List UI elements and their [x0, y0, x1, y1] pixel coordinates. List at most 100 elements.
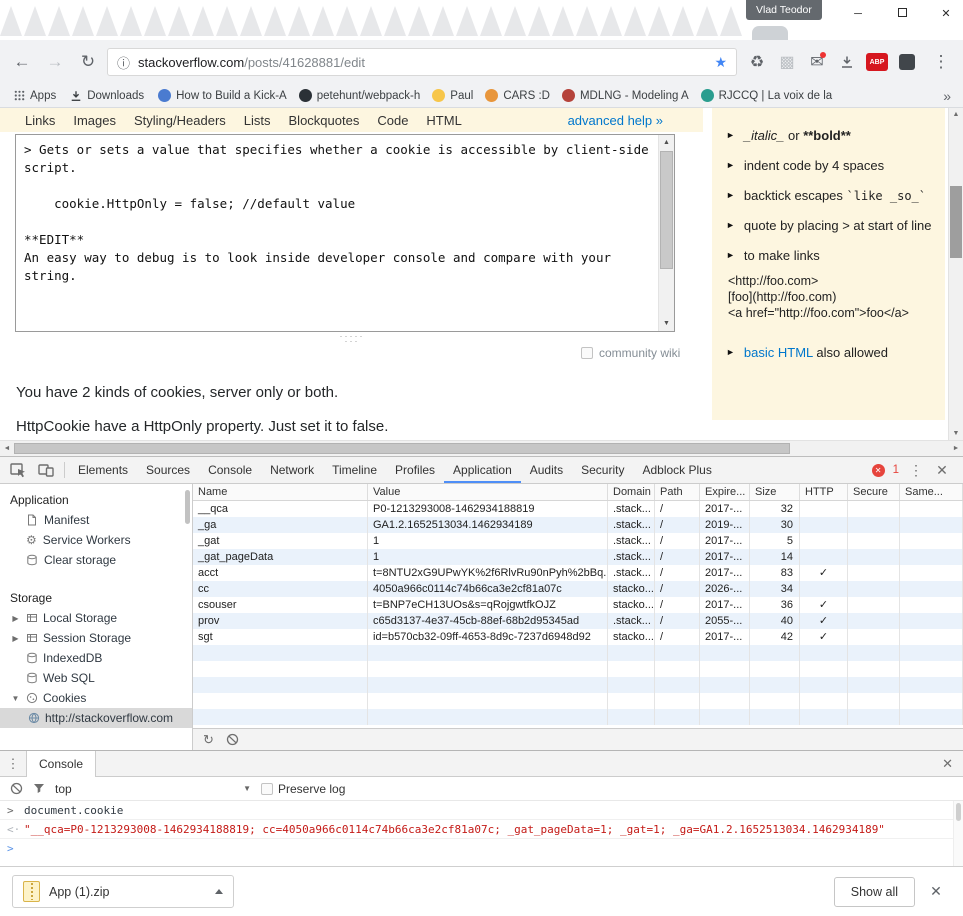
bookmark-item-rjccq-la-voix-de-la[interactable]: RJCCQ | La voix de la: [695, 89, 839, 102]
devtools-tab-audits[interactable]: Audits: [521, 457, 572, 483]
tab-shape[interactable]: [120, 6, 142, 36]
sidebar-scrollbar-thumb[interactable]: [185, 490, 190, 524]
tab-shape[interactable]: [48, 6, 70, 36]
tab-shape[interactable]: [480, 6, 502, 36]
devtools-tab-application[interactable]: Application: [444, 457, 521, 483]
scroll-down-icon[interactable]: ▼: [949, 427, 963, 440]
tab-shape[interactable]: [96, 6, 118, 36]
reload-button[interactable]: ↻: [74, 52, 102, 72]
editor-tab-blockquotes[interactable]: Blockquotes: [289, 113, 360, 128]
column-header-same[interactable]: Same...: [900, 484, 963, 500]
back-button[interactable]: ←: [8, 52, 36, 72]
bookmark-item-paul[interactable]: Paul: [426, 89, 479, 102]
page-info-icon[interactable]: ⓘ: [117, 53, 130, 72]
column-header-size[interactable]: Size: [750, 484, 800, 500]
devtools-tab-profiles[interactable]: Profiles: [386, 457, 444, 483]
apps-shortcut[interactable]: Apps: [8, 90, 62, 102]
tab-shape[interactable]: [168, 6, 190, 36]
cookie-row-gat[interactable]: _gat 1 .stack.../2017-... 5: [193, 533, 963, 549]
tab-shape[interactable]: [600, 6, 622, 36]
tab-shape[interactable]: [552, 6, 574, 36]
tab-shape[interactable]: [72, 6, 94, 36]
tab-shape[interactable]: [240, 6, 262, 36]
devtools-tab-network[interactable]: Network: [261, 457, 323, 483]
devtools-close-button[interactable]: ✕: [933, 462, 951, 479]
page-hscrollbar-thumb[interactable]: [14, 443, 790, 454]
browser-menu-button[interactable]: ⋮: [927, 52, 955, 72]
downloads-shortcut[interactable]: Downloads: [64, 90, 150, 102]
sidebar-item-cookie-origin[interactable]: http://stackoverflow.com: [0, 708, 192, 728]
devtools-menu-button[interactable]: ⋮: [907, 462, 925, 479]
sidebar-item-web-sql[interactable]: Web SQL: [0, 668, 192, 688]
column-header-expire[interactable]: Expire...: [700, 484, 750, 500]
maximize-button[interactable]: [895, 7, 909, 20]
page-vertical-scrollbar[interactable]: ▲ ▼: [948, 108, 963, 440]
disclosure-arrow-icon[interactable]: ▶: [10, 614, 21, 623]
error-count[interactable]: 1: [893, 464, 899, 476]
tab-shape[interactable]: [672, 6, 694, 36]
sidebar-item-local-storage[interactable]: ▶ Local Storage: [0, 608, 192, 628]
editor-scrollbar[interactable]: ▲ ▼: [658, 135, 674, 331]
editor-tab-code[interactable]: Code: [377, 113, 408, 128]
scroll-left-icon[interactable]: ◄: [0, 441, 14, 456]
device-toolbar-button[interactable]: [32, 457, 60, 483]
editor-tab-images[interactable]: Images: [73, 113, 116, 128]
bookmark-item-cars-d[interactable]: CARS :D: [479, 89, 556, 102]
cookie-row-csouser[interactable]: csouser t=BNP7eCH13UOs&s=qRojgwtfkOJZ stac…: [193, 597, 963, 613]
console-scrollbar[interactable]: [953, 801, 963, 866]
cookie-row-qca[interactable]: __qca P0-1213293008-1462934188819 .stack..…: [193, 501, 963, 517]
column-header-path[interactable]: Path: [655, 484, 700, 500]
basic-html-link[interactable]: basic HTML: [744, 345, 813, 360]
post-editor[interactable]: > Gets or sets a value that specifies wh…: [15, 134, 675, 332]
bookmarks-overflow-button[interactable]: »: [939, 88, 955, 104]
devtools-tab-sources[interactable]: Sources: [137, 457, 199, 483]
tab-shape[interactable]: [24, 6, 46, 36]
console-prompt[interactable]: >: [0, 839, 963, 858]
cookie-row-prov[interactable]: prov c65d3137-4e37-45cb-88ef-68b2d95345ad…: [193, 613, 963, 629]
tab-strip[interactable]: [0, 6, 748, 36]
editor-tab-html[interactable]: HTML: [426, 113, 461, 128]
bookmark-item-how-to-build-a-kick-a[interactable]: How to Build a Kick-A: [152, 89, 293, 102]
address-bar[interactable]: ⓘ stackoverflow.com/posts/41628881/edit …: [107, 48, 737, 76]
column-header-value[interactable]: Value: [368, 484, 608, 500]
disclosure-arrow-icon[interactable]: ▶: [10, 634, 21, 643]
column-header-secure[interactable]: Secure: [848, 484, 900, 500]
inspect-element-button[interactable]: [4, 457, 32, 483]
tab-shape[interactable]: [696, 6, 718, 36]
editor-tab-lists[interactable]: Lists: [244, 113, 271, 128]
editor-tab-links[interactable]: Links: [25, 113, 55, 128]
tab-shape[interactable]: [384, 6, 406, 36]
sidebar-item-session-storage[interactable]: ▶ Session Storage: [0, 628, 192, 648]
editor-scrollbar-thumb[interactable]: [660, 151, 673, 269]
drawer-menu-icon[interactable]: ⋮: [0, 756, 26, 772]
bookmark-star-icon[interactable]: ★: [714, 54, 727, 71]
execution-context-select[interactable]: top ▼: [55, 782, 251, 796]
tab-shape[interactable]: [216, 6, 238, 36]
devtools-tab-timeline[interactable]: Timeline: [323, 457, 386, 483]
tab-shape[interactable]: [312, 6, 334, 36]
refresh-icon[interactable]: ↻: [203, 732, 214, 748]
close-button[interactable]: ✕: [939, 7, 953, 20]
sidebar-item-clear-storage[interactable]: Clear storage: [0, 550, 192, 570]
adblock-plus-icon[interactable]: ABP: [864, 49, 890, 75]
page-scrollbar-thumb[interactable]: [950, 186, 962, 258]
filter-funnel-icon[interactable]: [33, 783, 45, 794]
cookie-row-sgt[interactable]: sgt id=b570cb32-09ff-4653-8d9c-7237d6948d…: [193, 629, 963, 645]
editor-tab-styling-headers[interactable]: Styling/Headers: [134, 113, 226, 128]
tab-shape[interactable]: [432, 6, 454, 36]
tab-shape[interactable]: [192, 6, 214, 36]
tab-shape[interactable]: [576, 6, 598, 36]
tab-shape[interactable]: [336, 6, 358, 36]
tab-shape[interactable]: [0, 6, 22, 36]
minimize-button[interactable]: ─: [851, 8, 865, 20]
tab-shape[interactable]: [408, 6, 430, 36]
download-extension-icon[interactable]: [834, 49, 860, 75]
disclosure-arrow-icon[interactable]: ▼: [10, 694, 21, 703]
forward-button[interactable]: →: [41, 52, 69, 72]
bookmark-item-mdlng-modeling-a[interactable]: MDLNG - Modeling A: [556, 89, 695, 102]
clear-cookies-icon[interactable]: [226, 733, 239, 746]
clear-console-icon[interactable]: [10, 782, 23, 795]
scroll-down-icon[interactable]: ▼: [659, 316, 674, 331]
scroll-right-icon[interactable]: ►: [949, 441, 963, 456]
community-wiki-checkbox[interactable]: [581, 347, 593, 359]
